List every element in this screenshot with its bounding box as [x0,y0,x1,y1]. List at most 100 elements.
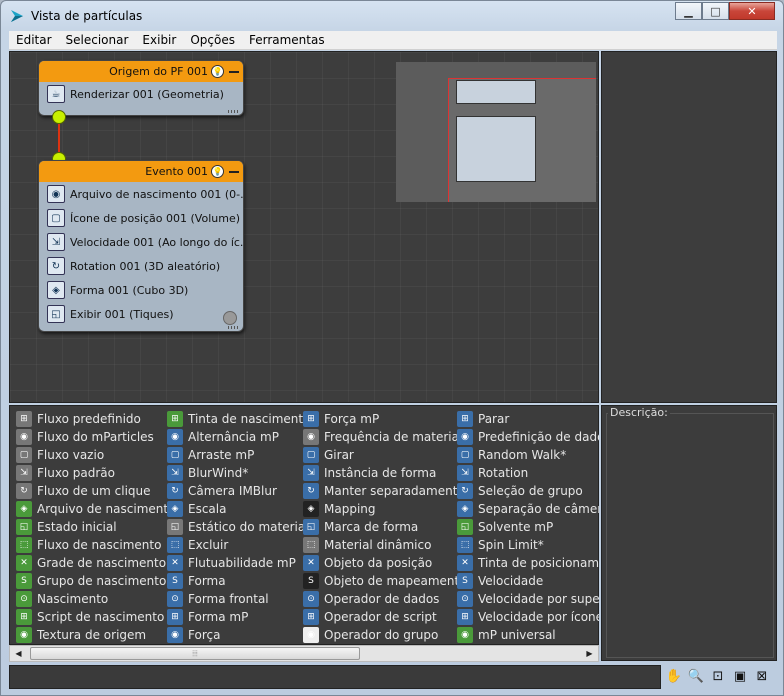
depot-item[interactable]: ◱ Solvente mP [457,518,599,536]
operator-speed[interactable]: ⇲ Velocidade 001 (Ao longo do íc... [39,230,243,254]
depot-item[interactable]: ◱ Estático do material [167,518,303,536]
menu-selecionar[interactable]: Selecionar [59,33,136,47]
depot-item-label: Velocidade por ícone [478,610,599,624]
depot-item[interactable]: ↻ Manter separadamente [303,482,457,500]
zoom-icon[interactable]: 🔍 [687,667,705,685]
collapse-icon[interactable] [229,170,239,173]
operator-icon: ✕ [16,555,32,571]
depot-item[interactable]: ⊙ Velocidade por superfície [457,590,599,608]
operator-icon: ⊙ [16,591,32,607]
zoom-extents-icon[interactable]: ▣ [731,667,749,685]
menu-ferramentas[interactable]: Ferramentas [242,33,332,47]
zoom-region-icon[interactable]: ⊡ [709,667,727,685]
menu-opcoes[interactable]: Opções [183,33,242,47]
depot-item[interactable]: ◱ Estado inicial [16,518,168,536]
depot-item[interactable]: ⇲ Fluxo padrão [16,464,168,482]
depot-item[interactable]: ✕ Objeto da posição [303,554,457,572]
depot-item[interactable]: ▢ Girar [303,446,457,464]
scroll-right-arrow[interactable]: ▶ [581,646,598,661]
depot-item[interactable]: ⬚ Fluxo de nascimento [16,536,168,554]
depot-item-label: Girar [324,448,354,462]
depot-item[interactable]: ◈ Mapping [303,500,457,518]
depot-item[interactable]: ⊞ Parar [457,410,599,428]
pan-icon[interactable]: ✋ [665,667,683,685]
scroll-left-arrow[interactable]: ◀ [10,646,27,661]
navigator-overview[interactable] [396,62,596,202]
depot-item-label: BlurWind* [188,466,249,480]
depot-item[interactable]: ⊞ Script de nascimento [16,608,168,626]
depot-item[interactable]: ◉ Frequência de material [303,428,457,446]
depot-item[interactable]: ⊙ Forma frontal [167,590,303,608]
no-zoom-icon[interactable]: ⊠ [753,667,771,685]
operator-icon: ◱ [303,519,319,535]
depot-item[interactable]: ◉ Textura de origem [16,626,168,644]
depot-item[interactable]: ↻ Câmera IMBlur [167,482,303,500]
depot-item[interactable]: ✕ Tinta de posicionamento [457,554,599,572]
pf-source-node[interactable]: Origem do PF 001 💡 ☕ Renderizar 001 (Geo… [38,60,244,116]
depot-item[interactable]: ⊙ Nascimento [16,590,168,608]
depot-item[interactable]: ◉ Força [167,626,303,644]
depot-item[interactable]: ⊞ Fluxo predefinido [16,410,168,428]
operator-shape[interactable]: ◈ Forma 001 (Cubo 3D) [39,278,243,302]
depot-item[interactable]: S Forma [167,572,303,590]
depot-item[interactable]: ◉ Alternância mP [167,428,303,446]
depot-item[interactable]: ⬚ Spin Limit* [457,536,599,554]
depot-item-label: Velocidade [478,574,544,588]
depot-item[interactable]: ◉ mP universal [457,626,599,644]
depot-item[interactable]: ◉ Predefinição de dados [457,428,599,446]
depot-item[interactable]: ⇲ Instância de forma [303,464,457,482]
depot-item[interactable]: ⇲ BlurWind* [167,464,303,482]
minimize-button[interactable]: ▁ [675,2,702,20]
operator-render[interactable]: ☕ Renderizar 001 (Geometria) [39,82,243,106]
operator-icon: ↻ [167,483,183,499]
depot-item[interactable]: ◉ Fluxo do mParticles [16,428,168,446]
depot-item[interactable]: ⊞ Forma mP [167,608,303,626]
depot-item[interactable]: S Velocidade [457,572,599,590]
depot-item[interactable]: S Grupo de nascimento [16,572,168,590]
bulb-icon[interactable]: 💡 [211,165,224,178]
bulb-icon[interactable]: 💡 [211,65,224,78]
menu-editar[interactable]: Editar [9,33,59,47]
operator-birth-file[interactable]: ◉ Arquivo de nascimento 001 (0-... [39,182,243,206]
depot-item[interactable]: ⊞ Força mP [303,410,457,428]
depot-item[interactable]: ⬚ Material dinâmico [303,536,457,554]
depot-item[interactable]: S Objeto de mapeamento [303,572,457,590]
depot-item[interactable]: ▢ Random Walk* [457,446,599,464]
depot-item[interactable]: ◱ Marca de forma [303,518,457,536]
parameters-panel[interactable] [601,51,777,403]
operator-position-icon[interactable]: ▢ Ícone de posição 001 (Volume) [39,206,243,230]
depot-item[interactable]: ◈ Escala [167,500,303,518]
event-node[interactable]: Evento 001 💡 ◉ Arquivo de nascimento 001 … [38,160,244,332]
depot-item[interactable]: ⊞ Velocidade por ícone [457,608,599,626]
collapse-icon[interactable] [229,70,239,73]
depot-item[interactable]: ✕ Flutuabilidade mP [167,554,303,572]
depot-item[interactable]: ▢ Fluxo vazio [16,446,168,464]
depot-item[interactable]: ⬚ Excluir [167,536,303,554]
maximize-button[interactable]: □ [702,2,729,20]
operator-display[interactable]: ◱ Exibir 001 (Tiques) [39,302,243,326]
output-connector[interactable] [52,110,66,124]
menu-exibir[interactable]: Exibir [135,33,183,47]
depot-item[interactable]: ↻ Fluxo de um clique [16,482,168,500]
birth-file-icon: ◉ [47,185,65,203]
depot-item[interactable]: ⊞ Operador de script [303,608,457,626]
depot-item[interactable]: ✕ Grade de nascimento [16,554,168,572]
depot-item-label: Alternância mP [188,430,279,444]
depot-item[interactable]: ◉ Operador do grupo [303,626,457,644]
depot-item[interactable]: ◈ Arquivo de nascimento [16,500,168,518]
depot-scrollbar[interactable]: ◀ ⦙⦙⦙ ▶ [9,645,599,662]
depot-item[interactable]: ◈ Separação de câmera [457,500,599,518]
depot-item-label: Força mP [324,412,380,426]
depot-item[interactable]: ⊙ Operador de dados [303,590,457,608]
operator-depot[interactable]: ⊞ Fluxo predefinido ◉ Fluxo do mParticles ▢ F… [9,405,599,645]
depot-item[interactable]: ⊞ Tinta de nascimento [167,410,303,428]
close-button[interactable]: ✕ [729,2,775,20]
depot-item[interactable]: ▢ Arraste mP [167,446,303,464]
operator-icon: ⬚ [167,537,183,553]
depot-item-label: Nascimento [37,592,109,606]
operator-rotation[interactable]: ↻ Rotation 001 (3D aleatório) [39,254,243,278]
depot-item[interactable]: ⇲ Rotation [457,464,599,482]
depot-item[interactable]: ↻ Seleção de grupo [457,482,599,500]
scroll-thumb[interactable]: ⦙⦙⦙ [30,647,360,660]
particle-diagram[interactable]: Origem do PF 001 💡 ☕ Renderizar 001 (Geo… [9,51,599,403]
